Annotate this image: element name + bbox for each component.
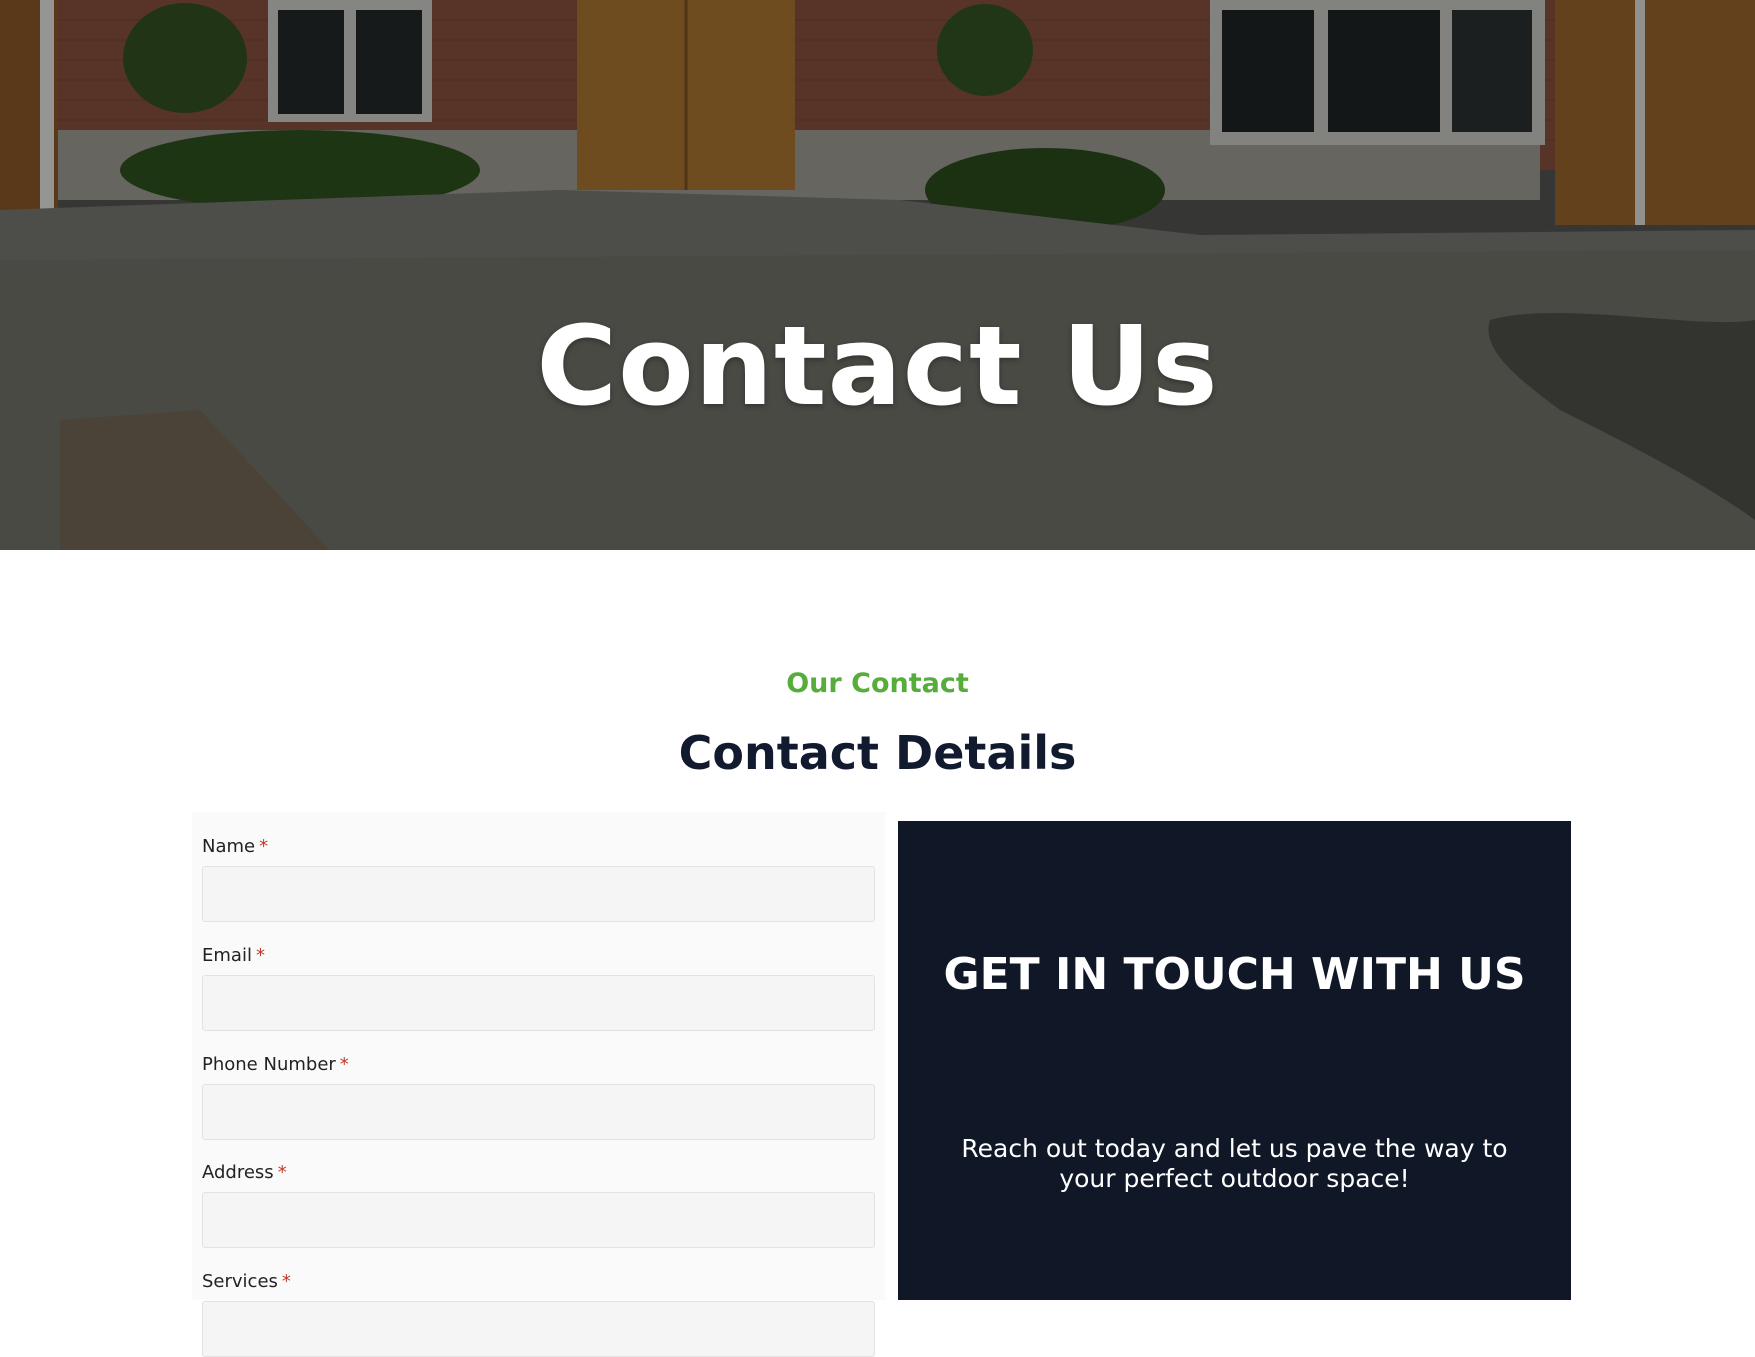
name-label: Name * (202, 836, 269, 857)
hero-background-image (0, 0, 1755, 550)
email-field-group: Email * (202, 945, 875, 1031)
email-label: Email * (202, 945, 265, 966)
address-field-group: Address * (202, 1162, 875, 1248)
hero-title: Contact Us (536, 302, 1219, 430)
phone-label: Phone Number * (202, 1054, 349, 1075)
required-asterisk: * (255, 945, 265, 966)
name-input[interactable] (202, 866, 875, 922)
email-input[interactable] (202, 975, 875, 1031)
hero-banner: Contact Us (0, 0, 1755, 550)
services-input[interactable] (202, 1301, 875, 1357)
name-field-group: Name * (202, 836, 875, 922)
section-eyebrow: Our Contact (786, 668, 969, 699)
contact-form: Name * Email * Phone Number * Address * Serv… (192, 812, 885, 1357)
address-input[interactable] (202, 1192, 875, 1248)
cta-text: Reach out today and let us pave the way … (961, 1134, 1508, 1193)
required-asterisk: * (259, 836, 269, 857)
phone-input[interactable] (202, 1084, 875, 1140)
services-field-group: Services * (202, 1271, 875, 1357)
required-asterisk: * (339, 1054, 349, 1075)
cta-title: GET IN TOUCH WITH US (943, 949, 1526, 1000)
address-label: Address * (202, 1162, 287, 1183)
get-in-touch-panel: GET IN TOUCH WITH US Reach out today and… (898, 821, 1571, 1300)
required-asterisk: * (277, 1162, 287, 1183)
services-label: Services * (202, 1271, 291, 1292)
required-asterisk: * (281, 1271, 291, 1292)
phone-field-group: Phone Number * (202, 1054, 875, 1140)
section-title: Contact Details (678, 726, 1077, 780)
